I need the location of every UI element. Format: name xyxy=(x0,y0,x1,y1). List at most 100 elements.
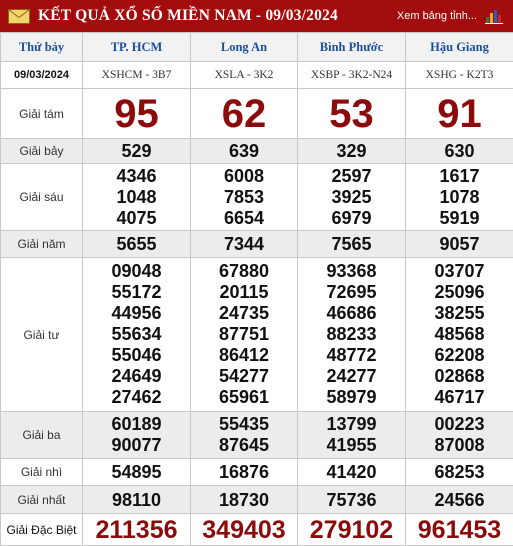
prize-cell: 13799 41955 xyxy=(298,412,406,459)
prize-number: 20115 xyxy=(191,282,297,303)
prize-2-row: Giải nhì 54895 16876 41420 68253 xyxy=(1,459,513,486)
prize-number: 329 xyxy=(298,139,406,164)
prize-label: Giải ba xyxy=(1,412,83,459)
prize-number: 27462 xyxy=(83,387,190,408)
prize-cell: 4346 1048 4075 xyxy=(83,164,191,231)
prize-label: Giải Đặc Biệt xyxy=(1,514,83,546)
prize-cell: 55435 87645 xyxy=(191,412,298,459)
prize-number: 48772 xyxy=(298,345,405,366)
prize-label: Giải nhì xyxy=(1,459,83,486)
prize-number: 7344 xyxy=(191,231,298,258)
prize-number: 55172 xyxy=(83,282,190,303)
prize-number: 6008 xyxy=(191,166,297,187)
prize-number: 93368 xyxy=(298,261,405,282)
prize-number: 58979 xyxy=(298,387,405,408)
prize-number: 03707 xyxy=(406,261,513,282)
prize-cell: 6008 7853 6654 xyxy=(191,164,298,231)
prize-number: 53 xyxy=(298,89,406,139)
prize-number: 2597 xyxy=(298,166,405,187)
prize-number: 3925 xyxy=(298,187,405,208)
prize-number: 1048 xyxy=(83,187,190,208)
prize-number: 09048 xyxy=(83,261,190,282)
prize-number: 1078 xyxy=(406,187,513,208)
prize-cell: 03707 25096 38255 48568 62208 02868 4671… xyxy=(406,258,513,412)
prize-number: 41955 xyxy=(298,435,405,456)
prize-4-row: Giải tư 09048 55172 44956 55634 55046 24… xyxy=(1,258,513,412)
prize-number: 54895 xyxy=(83,459,191,486)
special-prize-row: Giải Đặc Biệt 211356 349403 279102 96145… xyxy=(1,514,513,546)
prize-number: 24649 xyxy=(83,366,190,387)
ticket-code: XSBP - 3K2-N24 xyxy=(298,62,406,89)
prize-5-row: Giải năm 5655 7344 7565 9057 xyxy=(1,231,513,258)
prize-cell: 67880 20115 24735 87751 86412 54277 6596… xyxy=(191,258,298,412)
prize-number: 5655 xyxy=(83,231,191,258)
view-provinces-link[interactable]: Xem bảng tỉnh... xyxy=(397,10,477,22)
special-prize-number: 349403 xyxy=(191,514,298,546)
results-table: Thứ bảy TP. HCM Long An Bình Phước Hậu G… xyxy=(0,32,513,546)
province-header-row: Thứ bảy TP. HCM Long An Bình Phước Hậu G… xyxy=(1,33,513,62)
prize-cell: 00223 87008 xyxy=(406,412,513,459)
prize-number: 60189 xyxy=(83,414,190,435)
prize-number: 6979 xyxy=(298,208,405,229)
prize-number: 4075 xyxy=(83,208,190,229)
province-binh-phuoc[interactable]: Bình Phước xyxy=(298,33,406,62)
ticket-code: XSHG - K2T3 xyxy=(406,62,513,89)
prize-number: 4346 xyxy=(83,166,190,187)
prize-label: Giải bảy xyxy=(1,139,83,164)
prize-label: Giải sáu xyxy=(1,164,83,231)
prize-label: Giải tư xyxy=(1,258,83,412)
prize-number: 55435 xyxy=(191,414,297,435)
prize-number: 630 xyxy=(406,139,513,164)
prize-number: 95 xyxy=(83,89,191,139)
prize-6-row: Giải sáu 4346 1048 4075 6008 7853 6654 2… xyxy=(1,164,513,231)
prize-number: 7565 xyxy=(298,231,406,258)
prize-label: Giải năm xyxy=(1,231,83,258)
prize-number: 02868 xyxy=(406,366,513,387)
prize-number: 62208 xyxy=(406,345,513,366)
prize-cell: 09048 55172 44956 55634 55046 24649 2746… xyxy=(83,258,191,412)
prize-number: 5919 xyxy=(406,208,513,229)
prize-8-row: Giải tám 95 62 53 91 xyxy=(1,89,513,139)
prize-cell: 1617 1078 5919 xyxy=(406,164,513,231)
prize-1-row: Giải nhất 98110 18730 75736 24566 xyxy=(1,486,513,514)
header-bar: KẾT QUẢ XỔ SỐ MIỀN NAM - 09/03/2024 Xem … xyxy=(0,0,513,32)
prize-number: 62 xyxy=(191,89,298,139)
prize-number: 55634 xyxy=(83,324,190,345)
prize-cell: 60189 90077 xyxy=(83,412,191,459)
prize-number: 54277 xyxy=(191,366,297,387)
prize-cell: 93368 72695 46686 88233 48772 24277 5897… xyxy=(298,258,406,412)
prize-number: 68253 xyxy=(406,459,513,486)
province-hau-giang[interactable]: Hậu Giang xyxy=(406,33,513,62)
prize-number: 65961 xyxy=(191,387,297,408)
province-long-an[interactable]: Long An xyxy=(191,33,298,62)
weekday-label: Thứ bảy xyxy=(1,33,83,62)
prize-number: 87645 xyxy=(191,435,297,456)
prize-number: 16876 xyxy=(191,459,298,486)
prize-number: 18730 xyxy=(191,486,298,514)
prize-number: 38255 xyxy=(406,303,513,324)
mail-icon xyxy=(8,9,30,24)
prize-number: 639 xyxy=(191,139,298,164)
special-prize-number: 279102 xyxy=(298,514,406,546)
page-title: KẾT QUẢ XỔ SỐ MIỀN NAM - 09/03/2024 xyxy=(38,7,338,25)
prize-number: 48568 xyxy=(406,324,513,345)
bar-chart-icon[interactable] xyxy=(485,8,503,24)
special-prize-number: 961453 xyxy=(406,514,513,546)
prize-number: 1617 xyxy=(406,166,513,187)
prize-number: 6654 xyxy=(191,208,297,229)
prize-number: 529 xyxy=(83,139,191,164)
prize-number: 41420 xyxy=(298,459,406,486)
prize-label: Giải tám xyxy=(1,89,83,139)
draw-date: 09/03/2024 xyxy=(1,62,83,89)
special-prize-number: 211356 xyxy=(83,514,191,546)
prize-number: 7853 xyxy=(191,187,297,208)
province-hcm[interactable]: TP. HCM xyxy=(83,33,191,62)
prize-number: 9057 xyxy=(406,231,513,258)
prize-number: 91 xyxy=(406,89,513,139)
prize-7-row: Giải bảy 529 639 329 630 xyxy=(1,139,513,164)
prize-number: 55046 xyxy=(83,345,190,366)
prize-number: 25096 xyxy=(406,282,513,303)
prize-number: 98110 xyxy=(83,486,191,514)
code-row: 09/03/2024 XSHCM - 3B7 XSLA - 3K2 XSBP -… xyxy=(1,62,513,89)
prize-cell: 2597 3925 6979 xyxy=(298,164,406,231)
